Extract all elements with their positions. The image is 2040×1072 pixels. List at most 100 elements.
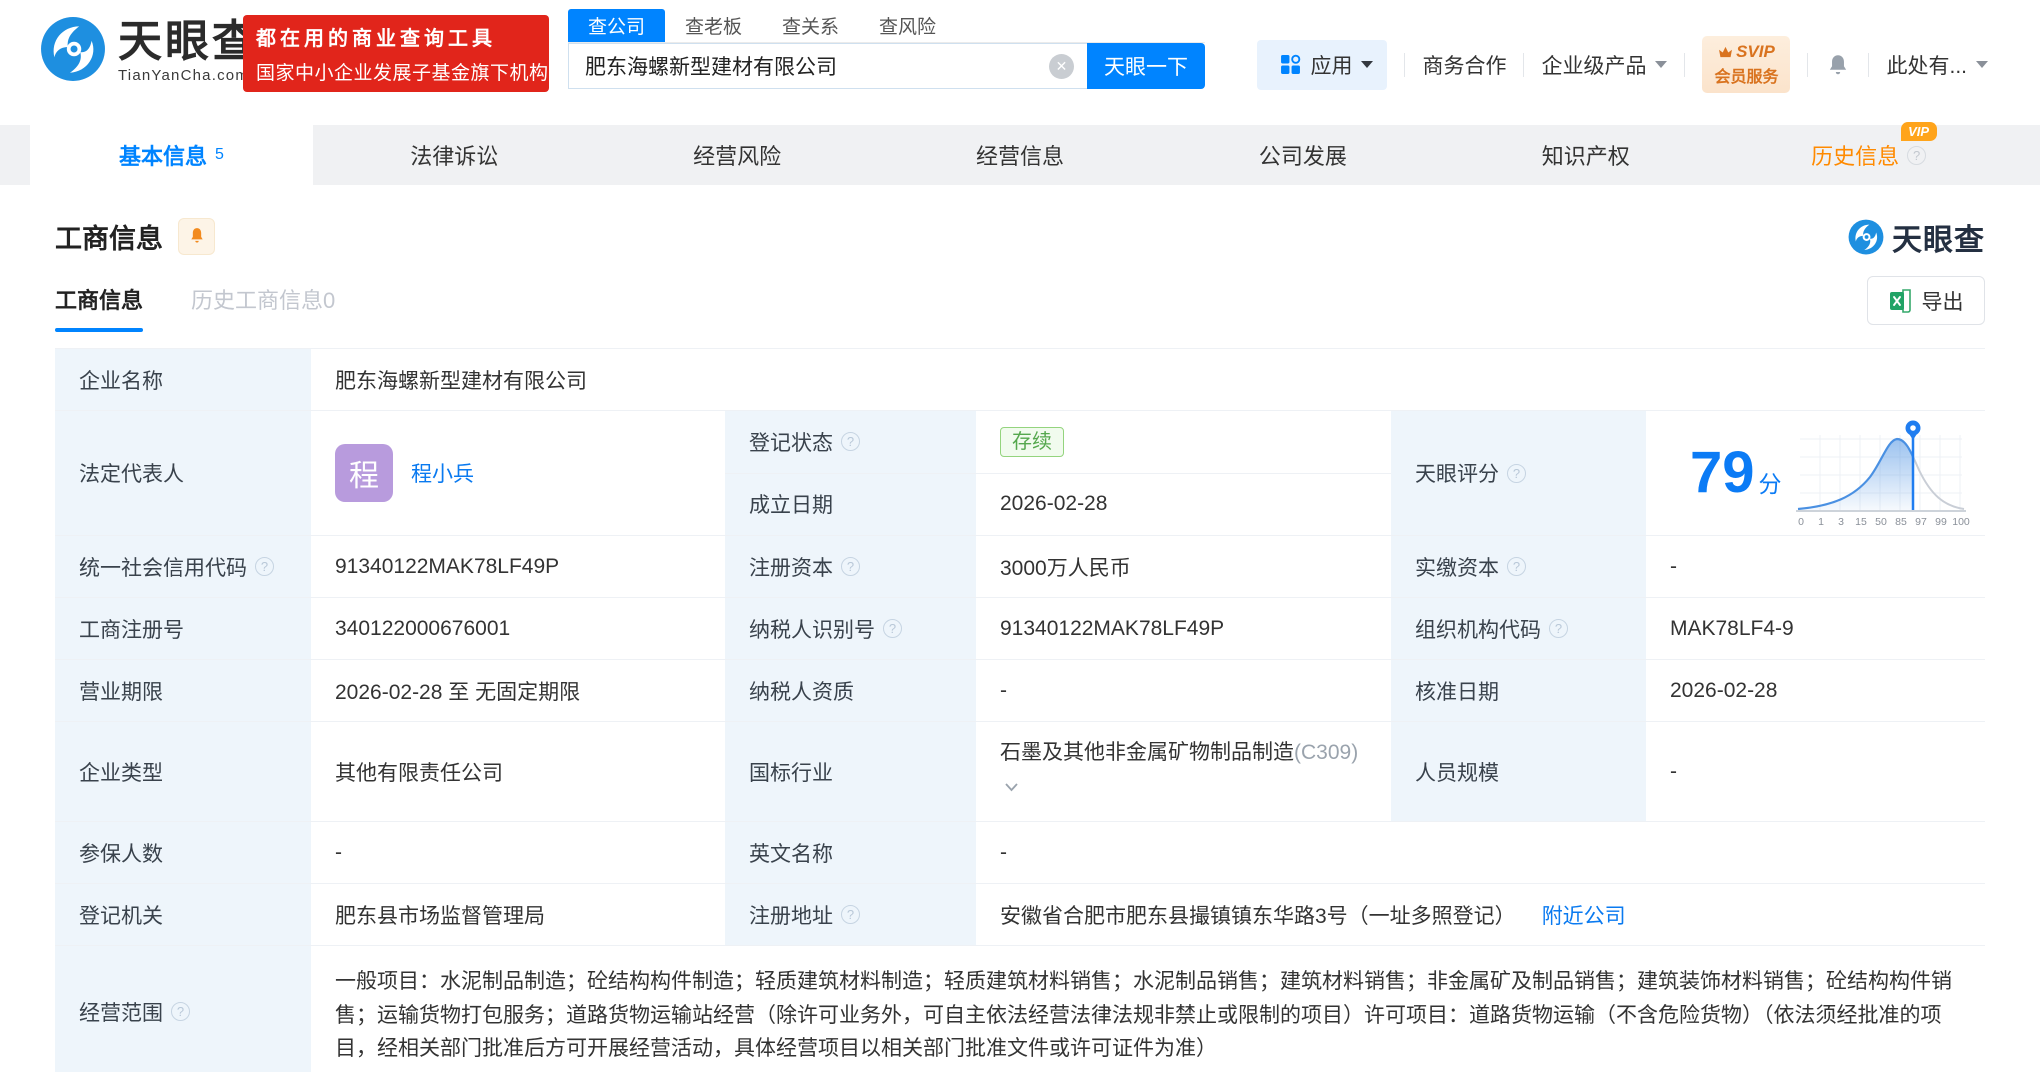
tab-operating-info-label: 经营信息 [976,144,1065,169]
enterprise-products-link[interactable]: 企业级产品 [1541,50,1668,80]
table-row: 法定代表人 程 程小兵 登记状态 ? 存续 成立日期 2026-02-28 天眼… [55,411,1985,536]
status-badge: 存续 [1000,426,1064,457]
tab-legal-proceedings-label: 法律诉讼 [410,144,499,169]
subtab-business-info[interactable]: 工商信息 [55,283,144,332]
question-circle-icon[interactable]: ? [1549,619,1568,638]
svg-text:97: 97 [1915,516,1927,528]
tab-operating-info[interactable]: 经营信息 [879,125,1162,185]
tab-basic-info-label: 基本信息 [118,144,207,169]
score-value: 79 [1690,440,1755,505]
crown-icon [1719,46,1733,58]
reg-capital-label: 注册资本 [749,556,833,580]
svip-label-1: SVIP [1736,42,1775,61]
promo-line2: 国家中小企业发展子基金旗下机构 [256,63,549,84]
tab-intellectual-property-label: 知识产权 [1541,144,1630,169]
establish-date-value: 2026-02-28 [1000,492,1108,516]
company-type-label: 企业类型 [79,761,163,785]
svg-text:0: 0 [1798,516,1804,528]
business-coop-link[interactable]: 商务合作 [1422,50,1506,80]
chevron-down-icon[interactable] [1004,770,1019,803]
table-row: 参保人数 - 英文名称 - [55,822,1985,884]
table-row: 企业类型 其他有限责任公司 国标行业 石墨及其他非金属矿物制品制造(C309) … [55,722,1985,822]
reg-authority-value: 肥东县市场监督管理局 [335,904,545,928]
apps-menu[interactable]: 应用 [1257,39,1388,90]
vip-badge: VIP [1901,122,1938,141]
tianyancha-logo[interactable]: 天眼查 TianYanCha.com [40,16,259,87]
monitor-bell-button[interactable] [178,217,215,255]
business-term-label: 营业期限 [79,680,163,704]
svg-text:3: 3 [1838,516,1844,528]
tab-history-info-label: 历史信息 [1811,144,1900,169]
tab-company-development[interactable]: 公司发展 [1161,125,1444,185]
question-circle-icon[interactable]: ? [171,1002,190,1021]
svg-text:100: 100 [1952,516,1970,528]
caret-down-icon [1361,61,1374,68]
industry-code: (C309) [1294,741,1359,764]
question-circle-icon[interactable]: ? [841,432,860,452]
caret-down-icon [1976,61,1988,68]
nearby-companies-link[interactable]: 附近公司 [1542,900,1626,930]
question-circle-icon[interactable]: ? [1507,463,1526,483]
apps-label: 应用 [1310,54,1353,78]
subtab-history-business-info[interactable]: 历史工商信息0 [191,283,335,332]
search-field: ✕ [568,43,1087,89]
establish-date-label: 成立日期 [749,494,833,518]
search-input[interactable] [569,44,1087,88]
industry-name: 石墨及其他非金属矿物制品制造 [1000,741,1294,764]
insured-value: - [335,840,342,864]
tianyan-score-cell[interactable]: 79 分 0 1 3 15 50 85 97 99 100 [1646,411,1985,535]
business-scope-label: 经营范围 [79,1001,163,1025]
divider [1684,52,1686,77]
export-button[interactable]: 导出 [1867,276,1985,325]
tab-company-development-label: 公司发展 [1258,144,1347,169]
question-circle-icon[interactable]: ? [841,905,860,924]
company-nav-tabs: 基本信息 5 法律诉讼 经营风险 经营信息 公司发展 知识产权 历史信息 VIP… [0,122,2040,185]
company-type-value: 其他有限责任公司 [335,761,503,785]
reg-address-value: 安徽省合肥市肥东县撮镇镇东华路3号（一址多照登记） [1000,904,1516,928]
reg-address-label: 注册地址 [749,904,833,928]
org-code-label: 组织机构代码 [1415,618,1541,642]
business-scope-value: 一般项目：水泥制品制造；砼结构构件制造；轻质建筑材料制造；轻质建筑材料销售；水泥… [335,970,1952,1061]
divider [1404,52,1406,77]
business-info-table: 企业名称 肥东海螺新型建材有限公司 法定代表人 程 程小兵 登记状态 ? 存续 [55,348,1985,1072]
search-tab-boss[interactable]: 查老板 [665,9,762,42]
bell-icon [190,228,203,243]
tianyancha-watermark: 天眼查 [1848,215,1985,259]
user-account-menu[interactable]: 此处有... [1886,50,1988,80]
notification-bell[interactable] [1825,52,1851,78]
question-circle-icon[interactable]: ? [255,557,274,576]
section-title: 工商信息 [55,223,163,254]
tab-history-info[interactable]: 历史信息 VIP ? [1727,122,2010,185]
search-tab-relation[interactable]: 查关系 [762,9,859,42]
svg-text:85: 85 [1895,516,1907,528]
table-row: 经营范围 ? 一般项目：水泥制品制造；砼结构构件制造；轻质建筑材料制造；轻质建筑… [55,946,1985,1072]
divider [1807,52,1809,77]
search-button[interactable]: 天眼一下 [1087,43,1205,89]
svip-member-button[interactable]: SVIP 会员服务 [1702,36,1791,93]
search-tab-risk[interactable]: 查风险 [859,9,956,42]
tab-operating-risk[interactable]: 经营风险 [596,125,879,185]
company-name-label: 企业名称 [79,369,163,393]
company-name-value: 肥东海螺新型建材有限公司 [335,369,587,393]
question-circle-icon[interactable]: ? [1507,557,1526,576]
tianyancha-logo-icon [40,16,106,87]
table-row: 营业期限 2026-02-28 至 无固定期限 纳税人资质 - 核准日期 202… [55,660,1985,722]
legal-rep-link[interactable]: 程小兵 [411,458,474,488]
tab-legal-proceedings[interactable]: 法律诉讼 [313,125,596,185]
tab-intellectual-property[interactable]: 知识产权 [1444,125,1727,185]
legal-rep-avatar[interactable]: 程 [335,444,393,502]
question-circle-icon[interactable]: ? [1907,145,1927,165]
english-name-value: - [1000,840,1007,864]
promo-line1: 都在用的商业查询工具 [256,28,496,50]
main-content: 工商信息 天眼查 工商信息 历史工商信息0 导出 企业名称 肥东海螺新型建材有限… [0,215,2040,1072]
question-circle-icon[interactable]: ? [883,619,902,638]
taxpayer-qual-value: - [1000,678,1007,702]
tab-operating-risk-label: 经营风险 [693,144,782,169]
search-tab-company[interactable]: 查公司 [568,9,666,42]
tab-basic-info[interactable]: 基本信息 5 [30,125,313,185]
svg-text:15: 15 [1855,516,1867,528]
question-circle-icon[interactable]: ? [841,557,860,576]
clear-search-icon[interactable]: ✕ [1049,53,1074,79]
excel-icon [1889,288,1911,313]
score-unit: 分 [1758,471,1782,497]
